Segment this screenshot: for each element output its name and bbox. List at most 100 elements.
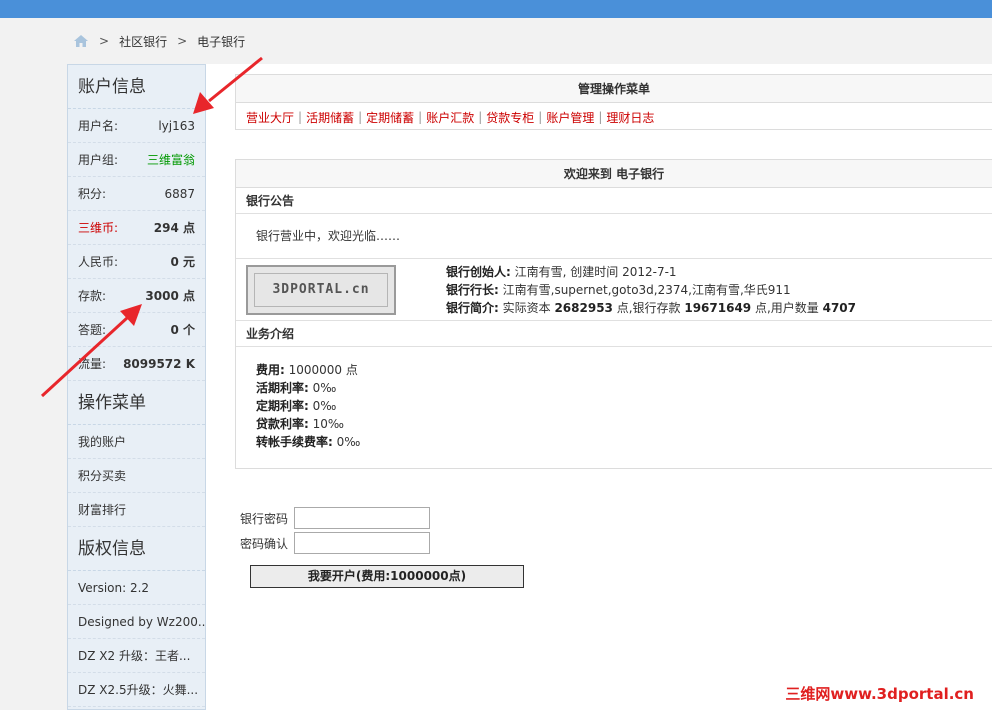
founder-value: 江南有雪, 创建时间 2012-7-1 — [510, 264, 677, 279]
link-loan-counter[interactable]: 贷款专柜 — [486, 109, 534, 126]
admin-menu-title: 管理操作菜单 — [236, 75, 992, 103]
left-gutter — [0, 18, 67, 710]
usergroup-value: 三维富翁 — [146, 153, 195, 167]
account-row-label: 答题: — [78, 323, 107, 337]
deposits-value: 19671649 — [684, 300, 752, 315]
home-icon[interactable] — [73, 34, 89, 48]
account-row-points: 积分: 6887 — [68, 177, 205, 211]
president-label: 银行行长: — [446, 282, 499, 297]
confirm-password-input[interactable] — [294, 532, 430, 554]
brief-mid: 点,银行存款 — [612, 300, 685, 315]
transfer-rate-line: 转帐手续费率: 0‰ — [256, 433, 992, 451]
admin-menu-panel: 管理操作菜单 营业大厅 | 活期储蓄 | 定期储蓄 | 账户汇款 | 贷款专柜 … — [235, 74, 992, 130]
link-fixed-savings[interactable]: 定期储蓄 — [366, 109, 414, 126]
traffic-value: 8099572 K — [123, 356, 195, 371]
account-row-username: 用户名: lyj163 — [68, 109, 205, 143]
copyright-designer: Designed by Wz200... — [68, 605, 205, 639]
breadcrumb-separator: > — [99, 34, 110, 48]
loan-rate-line: 贷款利率: 10‰ — [256, 415, 992, 433]
password-input[interactable] — [294, 507, 430, 529]
admin-menu-links: 营业大厅 | 活期储蓄 | 定期储蓄 | 账户汇款 | 贷款专柜 | 账户管理 … — [236, 103, 992, 131]
breadcrumb-ebank[interactable]: 电子银行 — [197, 33, 245, 50]
intro-heading: 业务介绍 — [236, 321, 992, 347]
account-row-deposit: 存款: 3000 点 — [68, 279, 205, 313]
welcome-panel: 欢迎来到 电子银行 银行公告 银行营业中，欢迎光临…… 3DPORTAL.cn … — [235, 159, 992, 469]
account-row-label: 用户组: — [78, 153, 119, 167]
account-row-label: 用户名: — [78, 119, 119, 133]
link-finance-log[interactable]: 理财日志 — [606, 109, 654, 126]
operation-menu-title: 操作菜单 — [68, 381, 205, 425]
coins-value: 294 点 — [153, 221, 195, 235]
username-value: lyj163 — [158, 118, 195, 133]
brief-label: 银行简介: — [446, 300, 499, 315]
link-divider: | — [418, 110, 423, 124]
users-value: 4707 — [822, 300, 857, 315]
president-value: 江南有雪,supernet,goto3d,2374,江南有雪,华氏911 — [498, 282, 791, 297]
welcome-title: 欢迎来到 电子银行 — [236, 160, 992, 188]
account-row-answers: 答题: 0 个 — [68, 313, 205, 347]
founder-label: 银行创始人: — [446, 264, 511, 279]
link-divider: | — [298, 110, 303, 124]
loan-rate-label: 贷款利率: — [256, 417, 309, 431]
link-current-savings[interactable]: 活期储蓄 — [306, 109, 354, 126]
account-row-label: 存款: — [78, 289, 107, 303]
open-account-form: 银行密码 密码确认 — [240, 506, 430, 556]
capital-value: 2682953 — [554, 300, 613, 315]
intro-list: 费用: 1000000 点 活期利率: 0‰ 定期利率: 0‰ 贷款利率: 10… — [236, 347, 992, 463]
breadcrumb-separator: > — [177, 34, 188, 48]
notice-heading: 银行公告 — [236, 188, 992, 214]
current-rate-line: 活期利率: 0‰ — [256, 379, 992, 397]
password-label: 银行密码 — [240, 511, 289, 526]
account-info-title: 账户信息 — [68, 65, 205, 109]
account-row-rmb: 人民币: 0 元 — [68, 245, 205, 279]
account-row-label: 积分: — [78, 187, 107, 201]
answers-value: 0 个 — [170, 323, 195, 337]
copyright-title: 版权信息 — [68, 527, 205, 571]
fee-line: 费用: 1000000 点 — [256, 361, 992, 379]
bank-info: 3DPORTAL.cn 银行创始人: 江南有雪, 创建时间 2012-7-1 银… — [236, 259, 992, 321]
link-divider: | — [598, 110, 603, 124]
copyright-upgrade-x25: DZ X2.5升级：火舞... — [68, 673, 205, 707]
link-remittance[interactable]: 账户汇款 — [426, 109, 474, 126]
points-value: 6887 — [164, 186, 195, 201]
transfer-rate-value: 0‰ — [332, 435, 361, 449]
account-row-label: 人民币: — [78, 255, 119, 269]
menu-item-my-account[interactable]: 我的账户 — [68, 425, 205, 459]
founder-line: 银行创始人: 江南有雪, 创建时间 2012-7-1 — [446, 263, 856, 281]
account-row-coins: 三维币: 294 点 — [68, 211, 205, 245]
fixed-rate-label: 定期利率: — [256, 399, 309, 413]
link-business-hall[interactable]: 营业大厅 — [246, 109, 294, 126]
deposit-value: 3000 点 — [145, 289, 195, 303]
menu-item-points-trade[interactable]: 积分买卖 — [68, 459, 205, 493]
confirm-label: 密码确认 — [240, 536, 289, 551]
account-row-label: 三维币: — [78, 221, 119, 235]
fee-label: 费用: — [256, 363, 285, 377]
brief-line: 银行简介: 实际资本 2682953 点,银行存款 19671649 点,用户数… — [446, 299, 856, 317]
breadcrumb-community-bank[interactable]: 社区银行 — [119, 33, 167, 50]
account-row-traffic: 流量: 8099572 K — [68, 347, 205, 381]
account-row-label: 流量: — [78, 357, 107, 371]
president-line: 银行行长: 江南有雪,supernet,goto3d,2374,江南有雪,华氏9… — [446, 281, 856, 299]
account-row-usergroup: 用户组: 三维富翁 — [68, 143, 205, 177]
watermark: 三维网www.3dportal.cn — [785, 685, 974, 703]
open-account-button[interactable]: 我要开户(费用:1000000点) — [250, 565, 524, 588]
link-account-management[interactable]: 账户管理 — [546, 109, 594, 126]
brief-pre: 实际资本 — [498, 300, 555, 315]
link-divider: | — [358, 110, 363, 124]
current-rate-label: 活期利率: — [256, 381, 309, 395]
notice-text: 银行营业中，欢迎光临…… — [236, 214, 992, 259]
rmb-value: 0 元 — [170, 255, 195, 269]
fixed-rate-value: 0‰ — [308, 399, 337, 413]
brief-mid2: 点,用户数量 — [751, 300, 823, 315]
link-divider: | — [478, 110, 483, 124]
confirm-row: 密码确认 — [240, 531, 430, 555]
copyright-version: Version: 2.2 — [68, 571, 205, 605]
transfer-rate-label: 转帐手续费率: — [256, 435, 333, 449]
link-divider: | — [538, 110, 543, 124]
sidebar: 账户信息 用户名: lyj163 用户组: 三维富翁 积分: 6887 三维币:… — [67, 64, 206, 710]
menu-item-wealth-rank[interactable]: 财富排行 — [68, 493, 205, 527]
top-bar — [0, 0, 992, 18]
current-rate-value: 0‰ — [308, 381, 337, 395]
fixed-rate-line: 定期利率: 0‰ — [256, 397, 992, 415]
fee-value: 1000000 点 — [284, 363, 358, 377]
